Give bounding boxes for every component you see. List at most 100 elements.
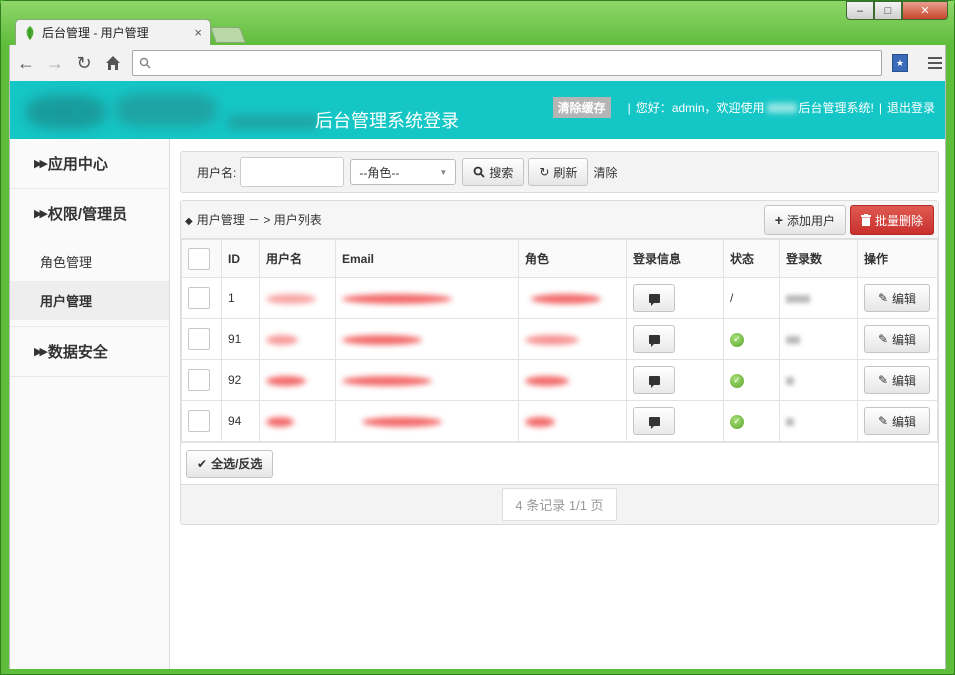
redacted-login-count — [786, 376, 794, 385]
menu-icon[interactable] — [928, 57, 942, 69]
role-select[interactable]: --角色-- ▼ — [350, 159, 457, 185]
row-checkbox[interactable] — [188, 287, 210, 309]
login-count-cell — [779, 277, 858, 319]
logout-link[interactable]: 退出登录 — [887, 99, 935, 116]
edit-icon: ✎ — [877, 373, 889, 387]
action-cell: ✎ 编辑 — [857, 359, 938, 401]
url-input[interactable] — [157, 55, 881, 71]
redacted-email — [342, 293, 452, 304]
caret-down-icon: ▼ — [439, 167, 448, 177]
row-checkbox[interactable] — [188, 369, 210, 391]
table-header-row: ID 用户名 Email 角色 登录信息 状态 登录数 操作 — [181, 239, 938, 278]
browser-tab[interactable]: 后台管理 - 用户管理 × — [15, 19, 211, 45]
user-list-panel: ◆ 用户管理 － > 用户列表 + 添加用户 批量删除 ID 用户名 Email… — [180, 200, 939, 525]
tab-close-icon[interactable]: × — [194, 25, 202, 40]
redacted-login-count — [786, 417, 794, 426]
redacted-role — [531, 293, 601, 304]
title-bar: – □ ✕ 后台管理 - 用户管理 × — [1, 1, 954, 45]
redacted-username — [266, 375, 306, 386]
list-header: ◆ 用户管理 － > 用户列表 + 添加用户 批量删除 — [181, 201, 938, 239]
comment-icon — [648, 334, 660, 347]
sidebar-section-permissions[interactable]: ▶▶ 权限/管理员 — [10, 189, 169, 238]
sidebar-item-user-management[interactable]: 用户管理 — [10, 281, 169, 320]
login-info-button[interactable] — [633, 366, 675, 394]
username-search-input[interactable] — [240, 157, 345, 187]
search-bar: 用户名: --角色-- ▼ 搜索 ↻ 刷新 清除 — [180, 151, 939, 193]
row-checkbox-cell — [181, 359, 222, 401]
edit-button[interactable]: ✎ 编辑 — [864, 284, 930, 312]
edit-button[interactable]: ✎ 编辑 — [864, 325, 930, 353]
new-tab-button[interactable] — [210, 27, 246, 43]
login-info-button[interactable] — [633, 325, 675, 353]
double-chevron-right-icon: ▶▶ — [34, 208, 48, 220]
login-info-button[interactable] — [633, 407, 675, 435]
search-button-label: 搜索 — [489, 165, 514, 180]
sidebar-submenu: 角色管理 用户管理 — [10, 238, 169, 327]
home-icon[interactable] — [100, 50, 126, 76]
comment-icon — [648, 416, 660, 429]
clear-cache-button[interactable]: 清除缓存 — [552, 97, 611, 118]
list-actions: + 添加用户 批量删除 — [763, 205, 934, 235]
select-all-label: 全选/反选 — [211, 457, 263, 471]
sidebar-section-data-security[interactable]: ▶▶ 数据安全 — [10, 327, 169, 377]
login-count-cell — [779, 318, 858, 360]
add-user-button[interactable]: + 添加用户 — [763, 205, 846, 235]
site-logo — [16, 89, 318, 131]
edit-button[interactable]: ✎ 编辑 — [864, 407, 930, 435]
select-all-toggle-button[interactable]: ✔ 全选/反选 — [186, 449, 274, 478]
breadcrumb-text: 用户管理 － > 用户列表 — [196, 213, 322, 227]
add-user-label: 添加用户 — [786, 213, 835, 228]
edit-button-label: 编辑 — [892, 332, 917, 347]
check-icon: ✔ — [197, 456, 208, 471]
redacted-role — [525, 334, 579, 345]
breadcrumb: ◆ 用户管理 － > 用户列表 — [185, 211, 322, 228]
forward-arrow-icon[interactable]: → — [42, 50, 68, 76]
column-header: 操作 — [857, 239, 938, 278]
row-checkbox[interactable] — [188, 410, 210, 432]
refresh-button[interactable]: ↻ 刷新 — [528, 158, 589, 186]
reload-icon[interactable]: ↻ — [71, 50, 97, 76]
header-checkbox-cell — [181, 239, 222, 278]
redacted-username — [266, 293, 316, 304]
login-count-cell — [779, 400, 858, 442]
login-info-button[interactable] — [633, 284, 675, 312]
table-row: 1 / ✎ 编辑 — [181, 277, 938, 319]
username-label: 用户名: — [197, 165, 237, 180]
edit-button[interactable]: ✎ 编辑 — [864, 366, 930, 394]
refresh-icon: ↻ — [539, 165, 550, 179]
window-controls: – □ ✕ — [846, 1, 948, 20]
column-header: ID — [221, 239, 260, 278]
double-chevron-right-icon: ▶▶ — [34, 346, 48, 358]
username-cell — [259, 318, 336, 360]
double-chevron-right-icon: ▶▶ — [34, 158, 48, 170]
redacted-role — [525, 416, 555, 427]
row-checkbox-cell — [181, 277, 222, 319]
blurred-system-name — [766, 102, 797, 113]
column-header: 角色 — [518, 239, 627, 278]
close-window-button[interactable]: ✕ — [902, 1, 948, 20]
table-row: 94 ✓ ✎ 编辑 — [181, 400, 938, 442]
sidebar-section-label: 应用中心 — [47, 156, 108, 173]
batch-delete-button[interactable]: 批量删除 — [849, 205, 934, 235]
pagination-summary: 4 条记录 1/1 页 — [502, 488, 617, 521]
back-arrow-icon[interactable]: ← — [13, 50, 39, 76]
row-checkbox[interactable] — [188, 328, 210, 350]
bookmark-extension-icon[interactable]: ★ — [892, 54, 908, 72]
welcome-prefix: ，欢迎使用 — [704, 101, 765, 115]
action-cell: ✎ 编辑 — [857, 400, 938, 442]
search-button[interactable]: 搜索 — [462, 158, 525, 186]
sidebar-item-role-management[interactable]: 角色管理 — [10, 242, 169, 281]
role-cell — [518, 277, 627, 319]
sidebar-section-app-center[interactable]: ▶▶ 应用中心 — [10, 139, 169, 189]
table-row: 91 ✓ ✎ 编辑 — [181, 318, 938, 360]
clear-link[interactable]: 清除 — [593, 164, 617, 181]
address-bar[interactable] — [132, 50, 882, 76]
email-cell — [335, 318, 519, 360]
welcome-suffix: 后台管理系统! — [798, 101, 874, 115]
id-cell: 94 — [221, 400, 260, 442]
minimize-button[interactable]: – — [846, 1, 874, 20]
maximize-button[interactable]: □ — [874, 1, 902, 20]
action-cell: ✎ 编辑 — [857, 277, 938, 319]
select-all-checkbox[interactable] — [188, 247, 210, 270]
edit-icon: ✎ — [877, 414, 889, 428]
